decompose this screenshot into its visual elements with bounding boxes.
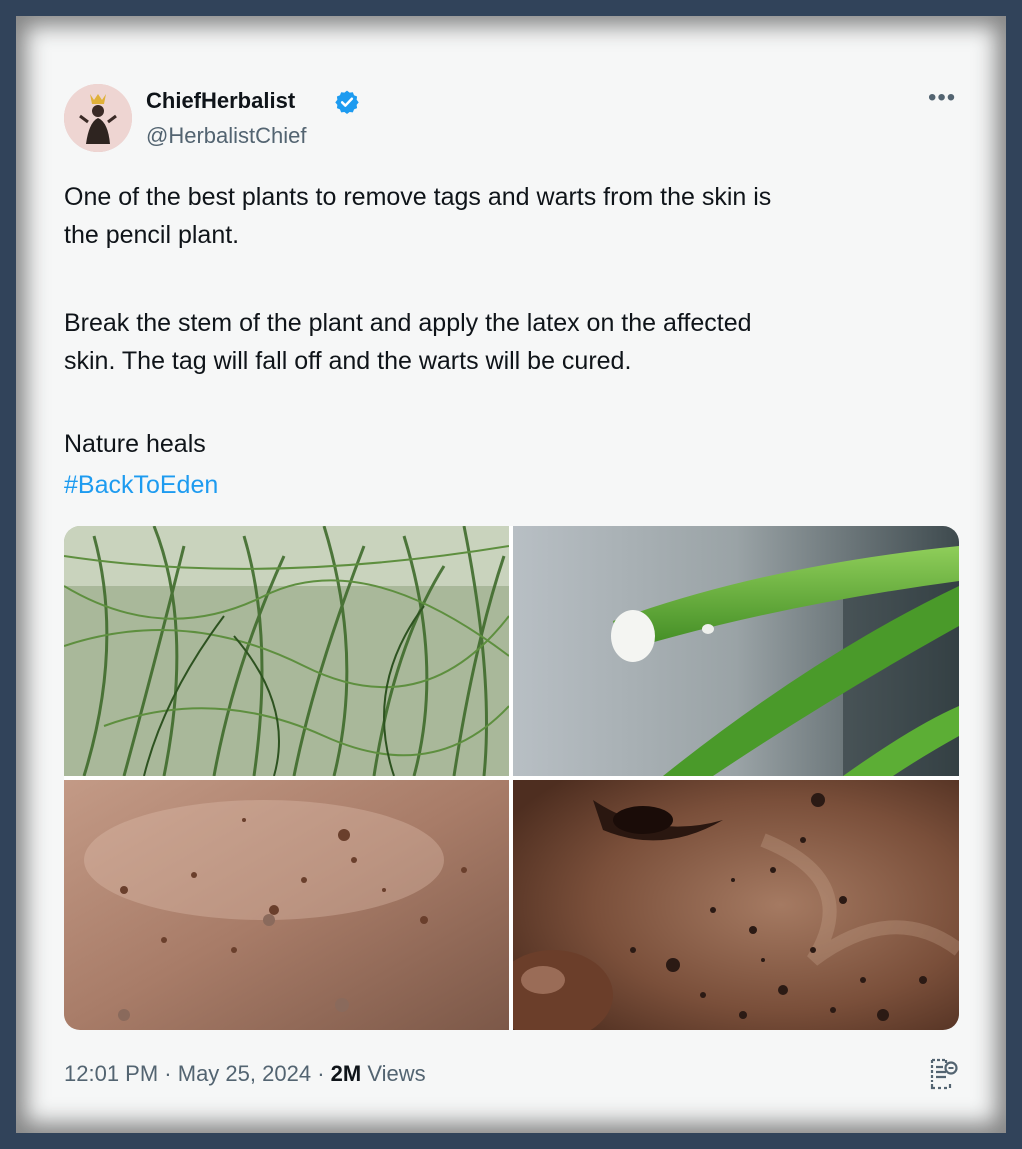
tweet-metadata: 12:01 PM · May 25, 2024 · 2M Views: [64, 1061, 426, 1087]
tweet-text-paragraph-3: Nature heals: [64, 430, 206, 458]
tweet-date[interactable]: May 25, 2024: [178, 1061, 311, 1086]
display-name[interactable]: ChiefHerbalist: [146, 88, 295, 114]
verified-badge-icon: [335, 90, 359, 115]
tweet-card: ChiefHerbalist @HerbalistChief ••• One o…: [16, 16, 1006, 1133]
tweet-text-paragraph-2: Break the stem of the plant and apply th…: [64, 309, 752, 375]
media-grid: [64, 526, 959, 1030]
tweet-text-paragraph-1: One of the best plants to remove tags an…: [64, 183, 772, 249]
user-handle[interactable]: @HerbalistChief: [146, 123, 307, 149]
views-label: Views: [367, 1061, 426, 1086]
meta-separator: ·: [164, 1061, 172, 1086]
views-count: 2M: [330, 1061, 362, 1086]
screenshot-frame: ChiefHerbalist @HerbalistChief ••• One o…: [16, 16, 1006, 1133]
meta-separator: ·: [317, 1061, 325, 1086]
broken-stem-latex-photo[interactable]: [513, 526, 959, 776]
more-horizontal-icon[interactable]: •••: [928, 86, 956, 110]
hashtag-link[interactable]: #BackToEden: [64, 466, 218, 504]
eye-skin-bumps-photo[interactable]: [513, 780, 959, 1030]
skin-tags-neck-photo[interactable]: [64, 780, 509, 1030]
pencil-plant-photo[interactable]: [64, 526, 509, 776]
tweet-time[interactable]: 12:01 PM: [64, 1061, 158, 1086]
view-quotes-icon[interactable]: [928, 1058, 958, 1090]
avatar[interactable]: [64, 84, 132, 152]
